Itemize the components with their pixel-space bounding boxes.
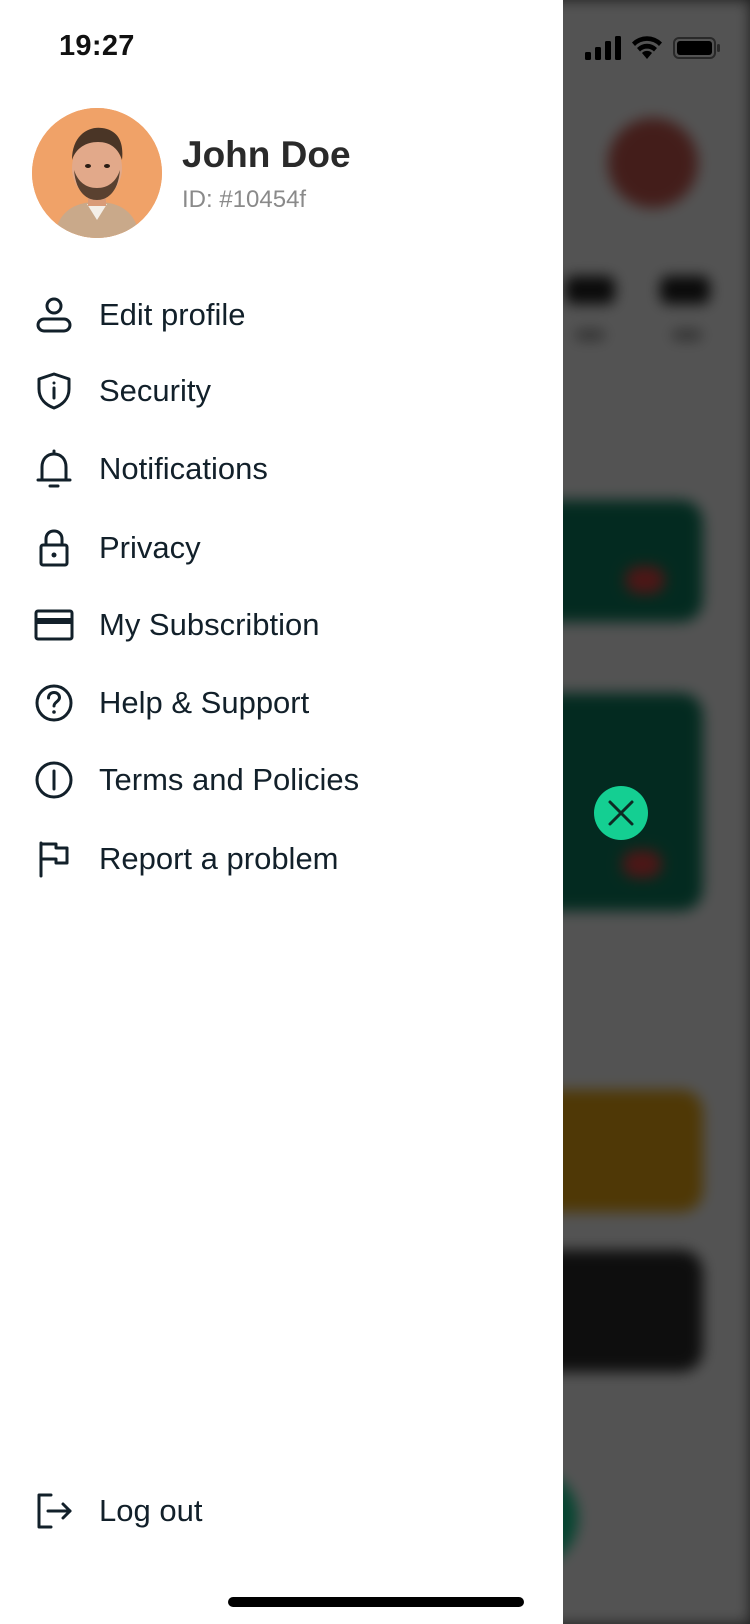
credit-card-icon (34, 605, 74, 645)
menu-item-label: Privacy (99, 530, 201, 565)
bell-icon (34, 449, 74, 489)
help-circle-icon (34, 683, 74, 723)
menu-item-edit-profile[interactable]: Edit profile (34, 291, 245, 339)
menu-item-terms-policies[interactable]: Terms and Policies (34, 756, 359, 804)
menu-item-label: Terms and Policies (99, 762, 360, 797)
flag-icon (34, 839, 74, 879)
user-icon (34, 295, 74, 335)
close-drawer-button[interactable] (594, 786, 648, 840)
cellular-signal-icon (585, 36, 621, 60)
logout-icon (34, 1491, 74, 1531)
status-bar-time: 19:27 (59, 30, 135, 62)
menu-item-security[interactable]: Security (34, 367, 211, 415)
avatar[interactable] (32, 108, 162, 238)
menu-item-label: Report a problem (99, 841, 339, 876)
menu-item-label: Notifications (99, 451, 268, 486)
wifi-icon (632, 36, 662, 59)
menu-item-label: Security (99, 373, 211, 408)
user-id: ID: #10454f (182, 186, 307, 213)
logout-label: Log out (99, 1493, 203, 1528)
side-drawer: 19:27 John Doe ID: #10454f Edit profile … (0, 0, 563, 1624)
menu-item-label: Edit profile (99, 297, 246, 332)
menu-item-privacy[interactable]: Privacy (34, 524, 201, 572)
shield-icon (34, 371, 74, 411)
avatar-image (32, 108, 162, 238)
logout-button[interactable]: Log out (34, 1487, 202, 1535)
info-circle-icon (34, 760, 74, 800)
menu-item-my-subscription[interactable]: My Subscribtion (34, 601, 320, 649)
battery-icon (673, 37, 720, 59)
lock-icon (34, 528, 74, 568)
user-name: John Doe (182, 134, 351, 175)
menu-item-notifications[interactable]: Notifications (34, 445, 268, 493)
menu-item-help-support[interactable]: Help & Support (34, 679, 309, 727)
status-bar-icons (585, 36, 721, 60)
home-indicator[interactable] (228, 1597, 524, 1607)
menu-item-report-problem[interactable]: Report a problem (34, 835, 339, 883)
menu-item-label: My Subscribtion (99, 607, 320, 642)
menu-item-label: Help & Support (99, 685, 310, 720)
close-icon (608, 800, 634, 826)
